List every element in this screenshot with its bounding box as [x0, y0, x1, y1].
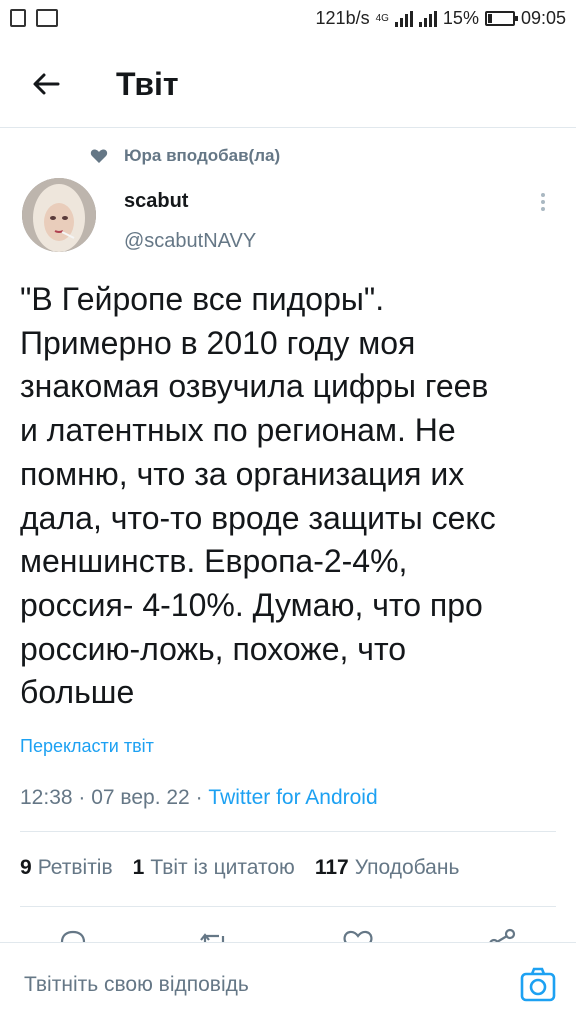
- quotes-count: 1: [132, 856, 145, 879]
- tweet-meta: 12:38 · 07 вер. 22 · Twitter for Android: [20, 786, 378, 809]
- avatar-image: [22, 178, 96, 252]
- author-name[interactable]: scabut: [124, 190, 188, 213]
- divider: [20, 906, 556, 907]
- clock: 09:05: [520, 8, 566, 28]
- social-context[interactable]: Юра вподобав(ла): [90, 146, 280, 166]
- retweets-count: 9: [20, 856, 32, 879]
- camera-button[interactable]: [518, 965, 558, 1005]
- signal-icon: [394, 10, 413, 27]
- network-speed: 121b/s: [315, 8, 370, 28]
- quotes-label: Твіт із цитатою: [150, 856, 295, 879]
- likes-label: Уподобань: [354, 856, 460, 879]
- tweet-stats: 9 Ретвітів 1 Твіт із цитатою 117 Уподобань: [20, 856, 479, 880]
- image-icon: [36, 9, 58, 27]
- signal-icon-2: [418, 10, 437, 27]
- quotes-stat[interactable]: 1 Твіт із цитатою: [133, 856, 295, 880]
- arrow-left-icon: [33, 73, 60, 95]
- likes-count: 117: [314, 856, 349, 879]
- tweet-time: 12:38: [20, 786, 73, 809]
- status-notifications: [10, 9, 58, 27]
- status-bar: 121b/s 4G 15% 09:05: [0, 0, 576, 38]
- author-handle[interactable]: @scabutNAVY: [124, 230, 256, 253]
- tweet-date: 07 вер. 22: [91, 786, 190, 809]
- alert-icon: [10, 9, 26, 27]
- social-context-label: Юра вподобав(ла): [124, 146, 281, 165]
- network-type: 4G: [375, 13, 389, 24]
- translate-link[interactable]: Перекласти твіт: [20, 736, 154, 757]
- more-options-button[interactable]: [536, 190, 550, 220]
- battery-percent: 15%: [442, 8, 479, 28]
- more-vertical-icon: [541, 193, 545, 197]
- retweets-stat[interactable]: 9 Ретвітів: [20, 856, 113, 880]
- reply-composer[interactable]: Твітніть свою відповідь: [0, 942, 576, 1024]
- tweet-source[interactable]: Twitter for Android: [208, 786, 377, 809]
- divider: [20, 831, 556, 832]
- status-right: 121b/s 4G 15% 09:05: [316, 8, 566, 29]
- reply-input[interactable]: Твітніть свою відповідь: [24, 973, 249, 997]
- retweets-label: Ретвітів: [37, 856, 113, 879]
- avatar[interactable]: [22, 178, 96, 252]
- tweet-actions: [0, 922, 576, 944]
- battery-icon: [484, 11, 518, 26]
- heart-icon: [90, 149, 108, 163]
- camera-icon: [520, 967, 556, 1002]
- tweet-text: "В Гейропе все пидоры". Примерно в 2010 …: [20, 281, 496, 711]
- likes-stat[interactable]: 117 Уподобань: [315, 856, 460, 880]
- page-title: Твіт: [116, 66, 179, 102]
- top-app-bar: Твіт: [0, 38, 576, 128]
- back-button[interactable]: [26, 64, 66, 104]
